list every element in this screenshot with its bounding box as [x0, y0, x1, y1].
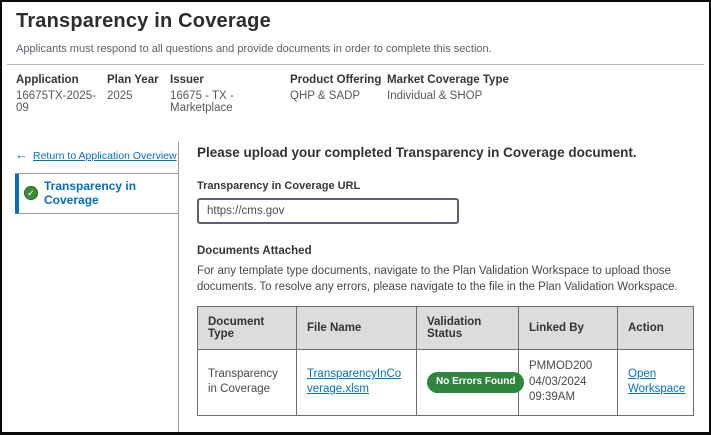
meta-plan-year: Plan Year 2025	[107, 74, 170, 114]
cell-file-name: TransparencyInCoverage.xlsm	[297, 350, 417, 416]
application-meta-strip: Application 16675TX-2025-09 Plan Year 20…	[2, 65, 709, 122]
meta-value: 16675TX-2025-09	[16, 90, 107, 114]
documents-attached-description: For any template type documents, navigat…	[197, 263, 694, 295]
upload-instruction-heading: Please upload your completed Transparenc…	[197, 145, 694, 160]
col-header-document-type: Document Type	[198, 307, 297, 350]
col-header-action: Action	[618, 307, 694, 350]
cell-linked-by: PMMOD200 04/03/2024 09:39AM	[519, 350, 618, 416]
meta-market-coverage-type: Market Coverage Type Individual & SHOP	[387, 74, 695, 114]
sidebar-item-transparency-in-coverage[interactable]: ✓ Transparency in Coverage	[15, 174, 178, 214]
file-download-link[interactable]: TransparencyInCoverage.xlsm	[307, 368, 401, 396]
url-field-label: Transparency in Coverage URL	[197, 180, 694, 192]
meta-label: Plan Year	[107, 74, 170, 86]
meta-value: QHP & SADP	[290, 90, 387, 102]
page-header: Transparency in Coverage	[2, 2, 709, 35]
col-header-linked-by: Linked By	[519, 307, 618, 350]
cell-validation-status: No Errors Found	[417, 350, 519, 416]
main-content: Please upload your completed Transparenc…	[179, 142, 711, 435]
meta-value: 16675 - TX - Marketplace	[170, 90, 290, 114]
open-workspace-link[interactable]: Open Workspace	[628, 368, 685, 396]
transparency-url-input[interactable]	[197, 198, 459, 224]
documents-table-header-row: Document Type File Name Validation Statu…	[198, 307, 694, 350]
left-arrow-icon: ←	[15, 147, 28, 162]
return-to-application-overview-link[interactable]: ← Return to Application Overview	[15, 150, 177, 162]
meta-label: Application	[16, 74, 107, 86]
documents-attached-heading: Documents Attached	[197, 245, 694, 257]
meta-label: Product Offering	[290, 74, 387, 86]
col-header-validation-status: Validation Status	[417, 307, 519, 350]
section-sidebar: ← Return to Application Overview ✓ Transp…	[2, 142, 179, 435]
return-link-row: ← Return to Application Overview	[15, 142, 178, 174]
status-badge: No Errors Found	[427, 372, 524, 393]
documents-table: Document Type File Name Validation Statu…	[197, 306, 694, 416]
meta-label: Market Coverage Type	[387, 74, 695, 86]
meta-issuer: Issuer 16675 - TX - Marketplace	[170, 74, 290, 114]
table-row: Transparency in Coverage TransparencyInC…	[198, 350, 694, 416]
meta-label: Issuer	[170, 74, 290, 86]
col-header-file-name: File Name	[297, 307, 417, 350]
sidebar-item-label: Transparency in Coverage	[44, 179, 178, 207]
transparency-in-coverage-page: Transparency in Coverage Applicants must…	[0, 0, 711, 435]
meta-value: 2025	[107, 90, 170, 102]
cell-document-type: Transparency in Coverage	[198, 350, 297, 416]
check-circle-icon: ✓	[24, 186, 38, 200]
content-body: ← Return to Application Overview ✓ Transp…	[2, 142, 709, 435]
return-link-label: Return to Application Overview	[33, 150, 177, 162]
meta-application: Application 16675TX-2025-09	[16, 74, 107, 114]
page-subtitle: Applicants must respond to all questions…	[2, 35, 709, 64]
meta-value: Individual & SHOP	[387, 90, 695, 102]
cell-action: Open Workspace	[618, 350, 694, 416]
meta-product-offering: Product Offering QHP & SADP	[290, 74, 387, 114]
page-title: Transparency in Coverage	[16, 10, 695, 33]
